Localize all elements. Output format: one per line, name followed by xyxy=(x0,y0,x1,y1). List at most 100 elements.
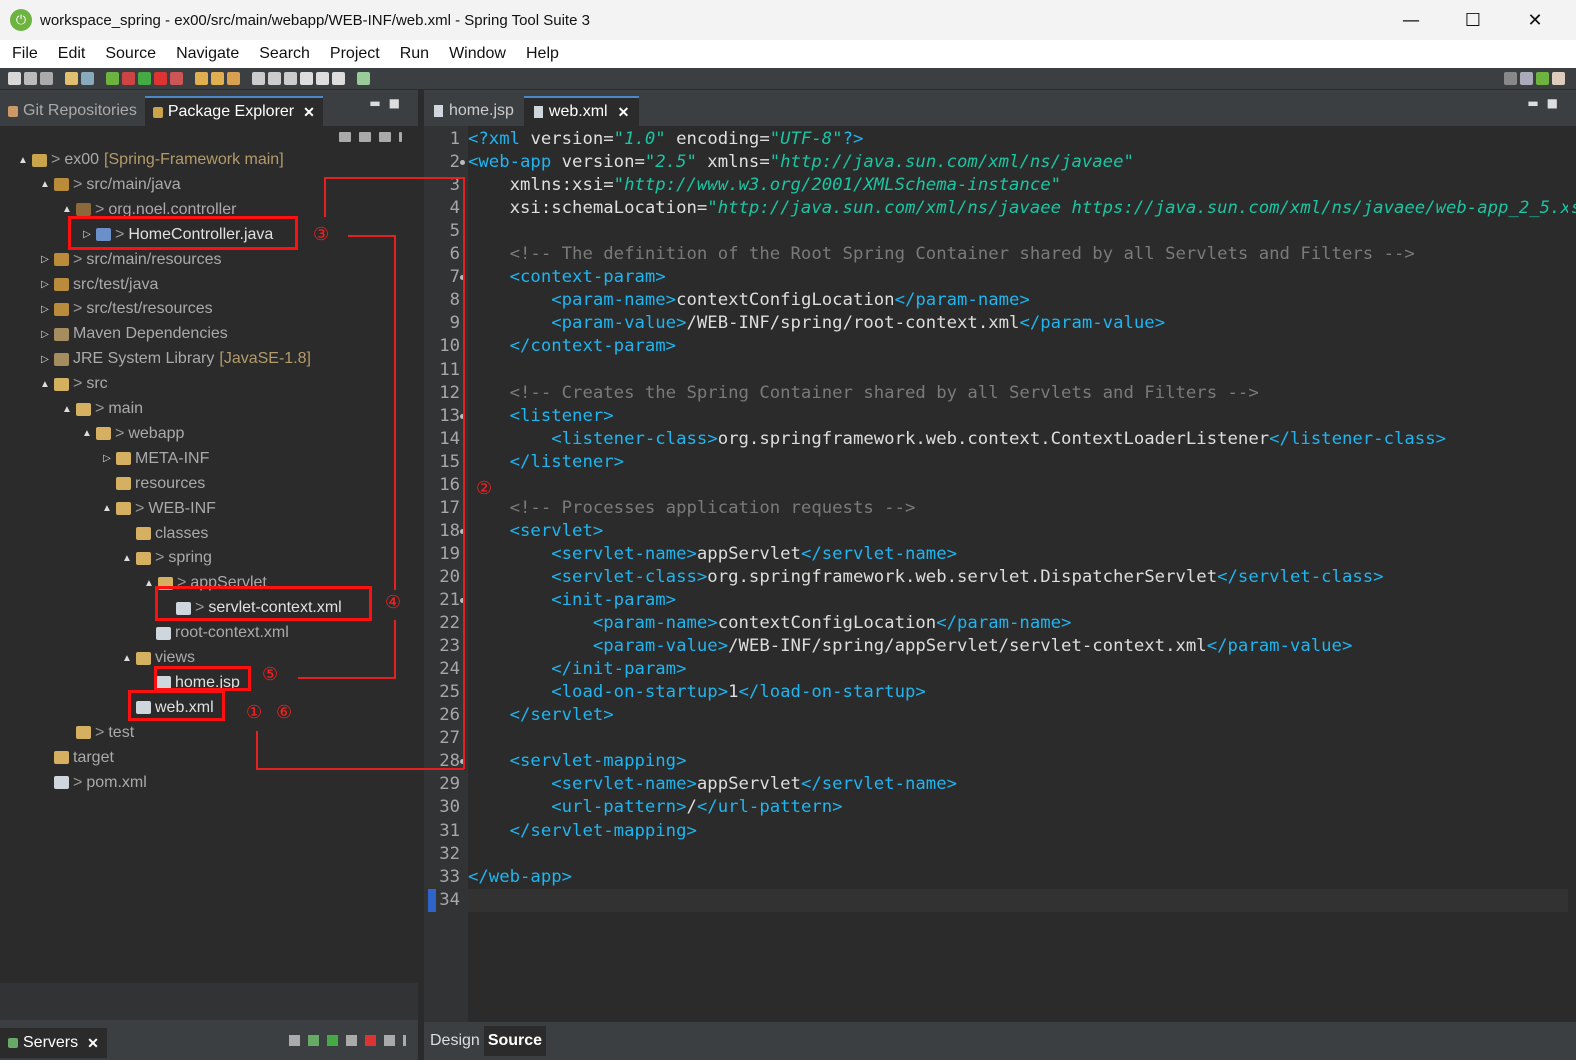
close-servers-tab-icon[interactable]: ✕ xyxy=(87,1035,99,1052)
code-editor[interactable]: 1 2 3 4 5 6 7 8 9 10 11 12 13 14 15 16 17 18 19 20 21 22 23 24 2… xyxy=(424,126,1576,1022)
expanded-twisty-icon[interactable]: ▲ xyxy=(100,503,114,514)
menu-window[interactable]: Window xyxy=(439,45,516,63)
tree-item[interactable]: resources xyxy=(100,472,205,496)
view-min-max-icon[interactable]: ▬■ xyxy=(369,96,408,110)
focus-icon[interactable] xyxy=(379,132,391,142)
java-perspective-icon[interactable] xyxy=(1552,72,1565,85)
expanded-twisty-icon[interactable]: ▲ xyxy=(38,179,52,190)
run-icon[interactable] xyxy=(138,72,151,85)
tree-item[interactable]: ▷ > src/main/resources xyxy=(38,248,221,272)
tree-item[interactable]: ▲ > src xyxy=(38,372,108,396)
server-profile-icon[interactable] xyxy=(346,1034,357,1046)
editor-min-max-icon[interactable]: ▬■ xyxy=(1527,96,1566,110)
server-stop-icon[interactable] xyxy=(365,1034,376,1046)
new-project-icon[interactable] xyxy=(195,72,208,85)
expanded-twisty-icon[interactable]: ▲ xyxy=(16,155,30,166)
quick-access-icon[interactable] xyxy=(1504,72,1517,85)
server-publish-icon[interactable] xyxy=(384,1034,395,1046)
close-tab-icon[interactable]: ✕ xyxy=(303,104,315,121)
jsp-file-icon xyxy=(434,105,443,117)
tree-item[interactable]: ▷ Maven Dependencies xyxy=(38,322,228,346)
debug-icon[interactable] xyxy=(122,72,135,85)
menu-edit[interactable]: Edit xyxy=(48,45,96,63)
code-line: <servlet-class>org.springframework.web.s… xyxy=(468,566,1383,589)
close-window-button[interactable]: ✕ xyxy=(1504,0,1566,40)
maximize-button[interactable]: ☐ xyxy=(1442,0,1504,40)
expanded-twisty-icon[interactable]: ▲ xyxy=(80,428,94,439)
tree-item[interactable]: ▲ > src/main/java xyxy=(38,173,181,197)
tree-item[interactable]: target xyxy=(38,746,114,770)
editor-tab-web-xml[interactable]: web.xml ✕ xyxy=(523,96,640,126)
expanded-twisty-icon[interactable]: ▲ xyxy=(142,578,156,589)
expanded-twisty-icon[interactable]: ▲ xyxy=(120,553,134,564)
tree-item[interactable]: ▲ > webapp xyxy=(80,422,184,446)
tab-design[interactable]: Design xyxy=(426,1026,484,1056)
tab-git-repositories[interactable]: Git Repositories xyxy=(0,96,145,126)
code-line: <param-value>/WEB-INF/spring/appServlet/… xyxy=(468,635,1353,658)
view-menu-icon[interactable] xyxy=(399,132,402,142)
server-debug-icon[interactable] xyxy=(308,1034,319,1046)
collapsed-twisty-icon[interactable]: ▷ xyxy=(38,254,52,265)
tree-item[interactable]: ▷ JRE System Library [JavaSE-1.8] xyxy=(38,347,311,371)
collapsed-twisty-icon[interactable]: ▷ xyxy=(38,354,52,365)
collapsed-twisty-icon[interactable]: ▷ xyxy=(38,329,52,340)
collapsed-twisty-icon[interactable]: ▷ xyxy=(100,453,114,464)
minimize-button[interactable]: — xyxy=(1380,0,1442,40)
tree-item[interactable]: ▲ > ex00 [Spring-Framework main] xyxy=(16,148,284,172)
expanded-twisty-icon[interactable]: ▲ xyxy=(38,379,52,390)
menu-source[interactable]: Source xyxy=(95,45,166,63)
editor-tab-home-jsp[interactable]: home.jsp xyxy=(424,96,524,126)
tree-item[interactable]: ▷ > src/test/resources xyxy=(38,297,212,321)
tree-item[interactable]: > test xyxy=(60,721,134,745)
pin-editor-icon[interactable] xyxy=(332,72,345,85)
menu-project[interactable]: Project xyxy=(320,45,390,63)
back-icon[interactable] xyxy=(300,72,313,85)
server-new-icon[interactable] xyxy=(289,1034,300,1046)
expanded-twisty-icon[interactable]: ▲ xyxy=(60,404,74,415)
collapsed-twisty-icon[interactable]: ▷ xyxy=(38,279,52,290)
save-all-icon[interactable] xyxy=(40,72,53,85)
expanded-twisty-icon[interactable]: ▲ xyxy=(60,204,74,215)
external-tools-icon[interactable] xyxy=(170,72,183,85)
dashboard-icon[interactable] xyxy=(357,72,370,85)
forward-icon[interactable] xyxy=(316,72,329,85)
print-icon[interactable] xyxy=(65,72,78,85)
collapsed-twisty-icon[interactable]: ▷ xyxy=(38,304,52,315)
spring-perspective-icon[interactable] xyxy=(1536,72,1549,85)
servers-view-menu-icon[interactable] xyxy=(403,1034,406,1046)
link-with-editor-icon[interactable] xyxy=(359,132,371,142)
menu-file[interactable]: File xyxy=(0,45,48,63)
tree-item[interactable]: ▲ > main xyxy=(60,397,143,421)
menu-help[interactable]: Help xyxy=(516,45,569,63)
collapse-all-icon[interactable] xyxy=(339,132,351,142)
tab-package-explorer[interactable]: Package Explorer ✕ xyxy=(144,96,323,126)
close-editor-tab-icon[interactable]: ✕ xyxy=(618,104,630,121)
menu-search[interactable]: Search xyxy=(249,45,320,63)
tab-source[interactable]: Source xyxy=(483,1026,547,1056)
spring-boot-icon[interactable] xyxy=(106,72,119,85)
open-perspective-icon[interactable] xyxy=(1520,72,1533,85)
tree-item[interactable]: classes xyxy=(120,522,208,546)
open-type-icon[interactable] xyxy=(211,72,224,85)
new-icon[interactable] xyxy=(8,72,21,85)
terminal-icon[interactable] xyxy=(81,72,94,85)
menu-navigate[interactable]: Navigate xyxy=(166,45,249,63)
vertical-scrollbar[interactable] xyxy=(1568,126,1572,1022)
stop-icon[interactable] xyxy=(154,72,167,85)
tree-item[interactable]: ▷ META-INF xyxy=(100,447,209,471)
menu-run[interactable]: Run xyxy=(390,45,439,63)
prev-annotation-icon[interactable] xyxy=(284,72,297,85)
next-annotation-icon[interactable] xyxy=(268,72,281,85)
tab-servers[interactable]: Servers ✕ xyxy=(0,1028,107,1058)
annotation-icon[interactable] xyxy=(252,72,265,85)
tree-item[interactable]: ▲ > spring xyxy=(120,546,212,570)
tree-item[interactable]: root-context.xml xyxy=(140,621,289,645)
tree-item[interactable]: > pom.xml xyxy=(38,771,147,795)
search-tool-icon[interactable] xyxy=(227,72,240,85)
fold-marker-icon[interactable] xyxy=(460,160,465,166)
tree-item[interactable]: ▲ > WEB-INF xyxy=(100,497,216,521)
server-start-icon[interactable] xyxy=(327,1034,338,1046)
tree-item[interactable]: ▷ src/test/java xyxy=(38,273,158,297)
save-icon[interactable] xyxy=(24,72,37,85)
expanded-twisty-icon[interactable]: ▲ xyxy=(120,653,134,664)
